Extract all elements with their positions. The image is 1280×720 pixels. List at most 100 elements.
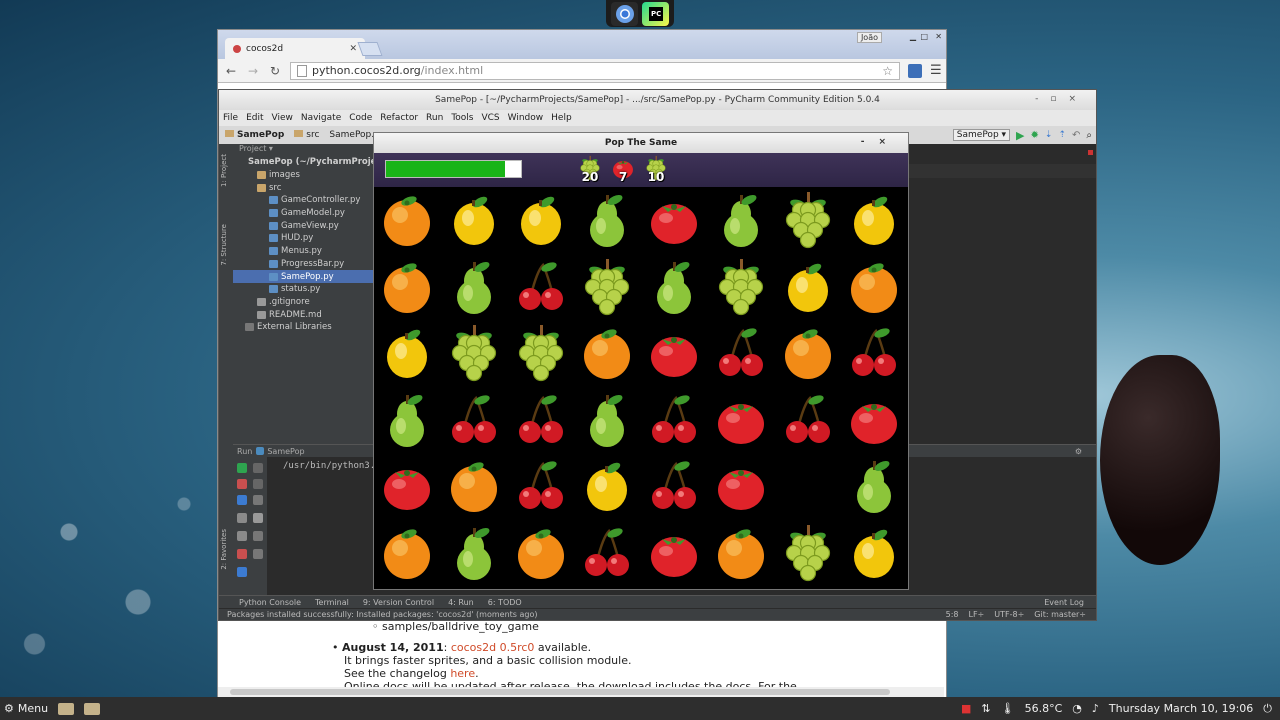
pycharm-icon[interactable]: PC [642,1,669,26]
project-panel-header[interactable]: Project ▾ [233,144,373,156]
tab-python-console[interactable]: Python Console [239,598,301,607]
board-cell[interactable] [374,387,440,453]
game-board[interactable] [374,187,908,589]
project-side-tab[interactable]: 1: Project [220,154,228,187]
changelog-link[interactable]: here [450,667,475,680]
tree-item[interactable]: GameController.py [233,194,373,207]
board-cell[interactable] [441,387,507,453]
start-menu-button[interactable]: ⚙ Menu [0,702,48,715]
line-separator[interactable]: LF÷ [968,610,984,619]
menu-run[interactable]: Run [426,113,443,123]
game-window-controls[interactable]: -× [861,137,900,147]
rerun-icon[interactable] [237,463,247,473]
search-icon[interactable]: ⌕ [1086,130,1092,141]
board-cell[interactable] [708,320,774,386]
menu-navigate[interactable]: Navigate [301,113,341,123]
board-cell[interactable] [508,453,574,519]
menu-code[interactable]: Code [349,113,372,123]
menu-refactor[interactable]: Refactor [380,113,418,123]
board-cell[interactable] [775,453,841,519]
window-controls[interactable]: -▫× [1035,94,1088,104]
board-cell[interactable] [641,254,707,320]
tree-item[interactable]: .gitignore [233,296,373,309]
temperature[interactable]: 56.8°C [1025,702,1063,715]
event-log-button[interactable]: Event Log [1044,598,1084,607]
board-cell[interactable] [374,453,440,519]
pin-icon[interactable] [237,531,247,541]
folder-icon[interactable] [84,702,101,715]
menu-tools[interactable]: Tools [451,113,473,123]
volume-icon[interactable]: ♪ [1092,702,1099,715]
board-cell[interactable] [641,387,707,453]
error-marker[interactable] [1088,150,1093,155]
tab-terminal[interactable]: Terminal [315,598,349,607]
board-cell[interactable] [574,387,640,453]
reload-icon[interactable]: ↻ [268,64,282,78]
board-cell[interactable] [641,187,707,253]
board-cell[interactable] [508,187,574,253]
board-cell[interactable] [508,387,574,453]
user-badge[interactable]: João [856,32,882,43]
board-cell[interactable] [841,320,907,386]
board-cell[interactable] [708,254,774,320]
browser-tab[interactable]: cocos2d ✕ [225,38,365,59]
close-window-icon[interactable]: ✕ [935,32,942,41]
tab-run[interactable]: 4: Run [448,598,474,607]
forward-icon[interactable]: → [246,64,260,78]
board-cell[interactable] [508,254,574,320]
stop-icon[interactable] [237,479,247,489]
clear-icon[interactable] [253,549,263,559]
run-config-select[interactable]: SamePop ▾ [952,129,1011,141]
board-cell[interactable] [441,320,507,386]
board-cell[interactable] [775,387,841,453]
board-cell[interactable] [641,320,707,386]
horizontal-scrollbar[interactable] [218,687,944,697]
board-cell[interactable] [574,320,640,386]
board-cell[interactable] [841,453,907,519]
board-cell[interactable] [708,387,774,453]
board-cell[interactable] [841,387,907,453]
board-cell[interactable] [441,254,507,320]
board-cell[interactable] [841,254,907,320]
tree-item[interactable]: SamePop.py [233,270,373,283]
close-tab-icon[interactable]: ✕ [349,44,357,54]
undo-icon[interactable]: ↶ [1072,130,1080,141]
chromium-icon[interactable] [611,1,638,26]
power-icon[interactable]: ⏻ [1263,702,1272,716]
scroll-end-icon[interactable] [253,513,263,523]
cursor-position[interactable]: 5:8 [946,610,959,619]
recording-icon[interactable]: ■ [961,702,971,715]
tree-item[interactable]: status.py [233,283,373,296]
file-manager-icon[interactable] [58,702,75,715]
board-cell[interactable] [775,187,841,253]
git-branch[interactable]: Git: master÷ [1034,610,1086,619]
file-encoding[interactable]: UTF-8÷ [994,610,1024,619]
tab-todo[interactable]: 6: TODO [488,598,522,607]
board-cell[interactable] [441,453,507,519]
wifi-icon[interactable]: ◔ [1072,702,1082,715]
vcs-commit-icon[interactable]: ⇡ [1058,130,1066,140]
back-icon[interactable]: ← [224,64,238,78]
run-target[interactable]: SamePop [267,447,304,456]
board-cell[interactable] [841,187,907,253]
extension-icon[interactable] [908,63,922,78]
board-cell[interactable] [374,320,440,386]
layout-icon[interactable] [237,513,247,523]
close-run-icon[interactable] [237,549,247,559]
board-cell[interactable] [708,520,774,586]
help-icon[interactable] [237,567,247,577]
menu-help[interactable]: Help [551,113,572,123]
tree-item[interactable]: README.md [233,308,373,321]
new-tab-button[interactable] [357,42,383,56]
menu-window[interactable]: Window [508,113,544,123]
board-cell[interactable] [574,254,640,320]
menu-file[interactable]: File [223,113,238,123]
tree-item[interactable]: SamePop (~/PycharmProjects/SamePop) [233,156,442,169]
breadcrumb-project[interactable]: SamePop [225,130,284,140]
maximize-icon[interactable]: □ [920,32,928,41]
board-cell[interactable] [508,520,574,586]
news-link[interactable]: cocos2d 0.5rc0 [451,641,535,654]
print-icon[interactable] [253,531,263,541]
board-cell[interactable] [708,453,774,519]
network-icon[interactable]: ⇅ [981,702,990,715]
